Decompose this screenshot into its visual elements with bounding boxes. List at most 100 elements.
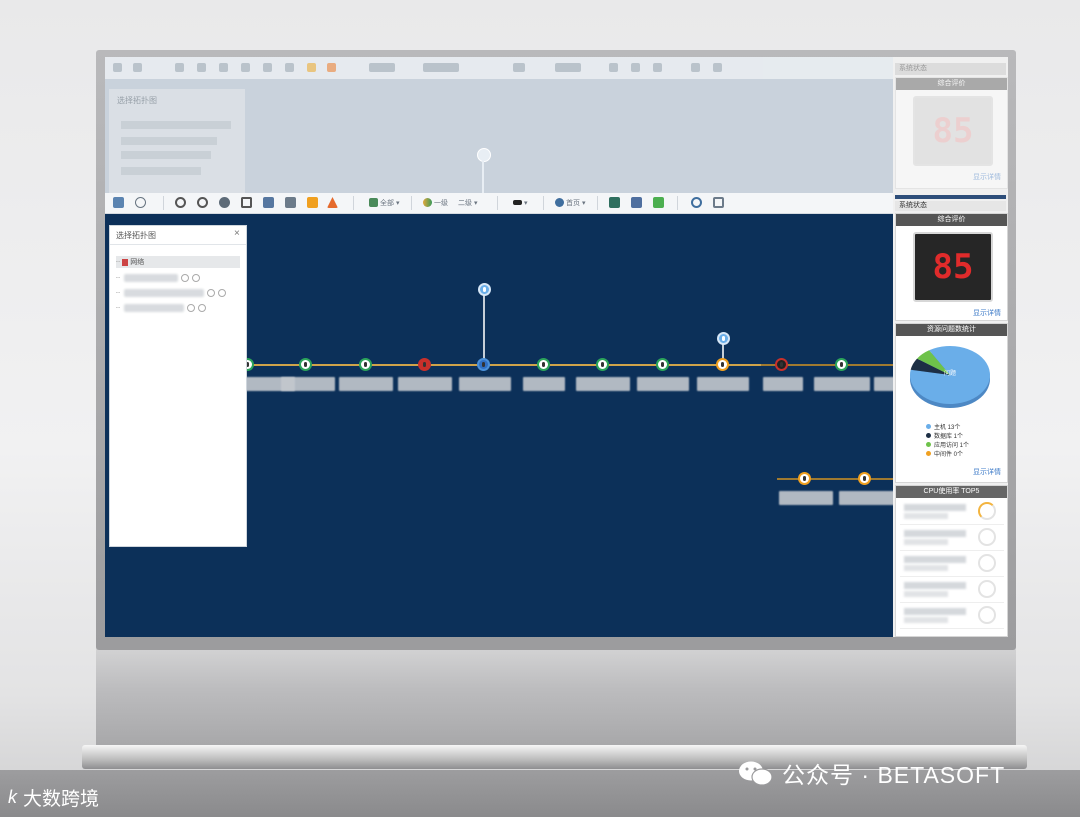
host-name bbox=[904, 582, 966, 589]
lightning-icon bbox=[307, 63, 316, 72]
linux-node[interactable] bbox=[798, 472, 811, 485]
cpu-row[interactable] bbox=[900, 526, 1004, 551]
router-node[interactable] bbox=[477, 358, 490, 371]
panel-icon[interactable] bbox=[713, 197, 724, 208]
linux-node[interactable] bbox=[359, 358, 372, 371]
wechat-icon bbox=[739, 761, 773, 786]
fit-screen-icon[interactable] bbox=[241, 197, 252, 208]
status-icon bbox=[192, 274, 201, 282]
toolbar-divider bbox=[597, 196, 598, 210]
card-header: CPU使用率 TOP5 bbox=[896, 486, 1007, 498]
linux-node[interactable] bbox=[299, 358, 312, 371]
warning-icon[interactable] bbox=[327, 197, 338, 208]
export-icon[interactable] bbox=[609, 197, 620, 208]
refresh-icon[interactable] bbox=[135, 197, 146, 208]
ghost-tree-row bbox=[121, 121, 231, 129]
resource-pie-chart: 问题 bbox=[910, 346, 990, 408]
ghost-topo-panel: 选择拓扑图 bbox=[109, 89, 245, 194]
ghost-toolbar bbox=[105, 57, 895, 79]
filter-icon bbox=[369, 198, 378, 207]
display-icon bbox=[513, 200, 522, 205]
zoom-out-icon bbox=[197, 63, 206, 72]
tree-item[interactable]: ┄ bbox=[116, 302, 207, 314]
level-sub-label: 二级 bbox=[458, 199, 472, 207]
cpu-row[interactable] bbox=[900, 578, 1004, 603]
linux-node[interactable] bbox=[835, 358, 848, 371]
card-header: 资源问题数统计 bbox=[896, 324, 1007, 336]
legend-item: 主机 13个 bbox=[926, 422, 960, 431]
source-watermark: k 大数跨境 bbox=[8, 783, 99, 811]
host-ip bbox=[904, 565, 948, 571]
legend-label: 中间件 0个 bbox=[934, 452, 964, 458]
tree-branch-icon: ┄ bbox=[116, 259, 121, 266]
status-icon bbox=[187, 304, 196, 312]
chevron-down-icon: ▾ bbox=[524, 199, 528, 207]
document-icon[interactable] bbox=[263, 197, 274, 208]
node-label bbox=[874, 377, 895, 391]
cpu-gauge bbox=[978, 528, 996, 546]
chat-icon bbox=[691, 63, 700, 72]
host-name bbox=[904, 608, 966, 615]
exit-icon bbox=[653, 63, 662, 72]
layout-icon bbox=[113, 63, 122, 72]
layout-icon[interactable] bbox=[113, 197, 124, 208]
map-icon[interactable] bbox=[631, 197, 642, 208]
lightning-icon[interactable] bbox=[307, 197, 318, 208]
tree-item-label bbox=[124, 289, 205, 297]
pie-center-label: 问题 bbox=[944, 369, 956, 377]
zoom-in-icon[interactable] bbox=[175, 197, 186, 208]
refresh-icon bbox=[133, 63, 142, 72]
level-icon bbox=[423, 198, 432, 207]
cloud-node[interactable] bbox=[717, 332, 730, 345]
grid-icon[interactable] bbox=[285, 197, 296, 208]
topology-link bbox=[777, 478, 895, 480]
cpu-row[interactable] bbox=[900, 604, 1004, 629]
ghost-link bbox=[482, 160, 484, 194]
close-icon[interactable]: × bbox=[234, 228, 240, 239]
legend-item: 数据库 1个 bbox=[926, 431, 963, 440]
windows-node[interactable] bbox=[656, 358, 669, 371]
node-label bbox=[697, 377, 749, 391]
tree-item[interactable]: ┄ bbox=[116, 287, 227, 299]
home-dropdown[interactable]: 首页 ▾ bbox=[555, 196, 586, 209]
tree-item-root[interactable]: ┄ 网络 bbox=[116, 256, 240, 268]
toolbar: 全部 ▾ 一级 二级 ▾ ▾ 首页 ▾ bbox=[105, 193, 895, 214]
toolbar-divider bbox=[353, 196, 354, 210]
app-node[interactable] bbox=[716, 358, 729, 371]
display-dropdown[interactable]: ▾ bbox=[513, 196, 528, 209]
warning-icon bbox=[327, 63, 336, 72]
ghost-detail-link: 显示详情 bbox=[973, 174, 1001, 181]
ghost-sidebar-title: 系统状态 bbox=[895, 63, 1006, 75]
linux-node[interactable] bbox=[858, 472, 871, 485]
cpu-row[interactable] bbox=[900, 500, 1004, 525]
toolbar-divider bbox=[677, 196, 678, 210]
tree-branch-icon: ┄ bbox=[116, 275, 121, 282]
windows-node[interactable] bbox=[537, 358, 550, 371]
doc-icon bbox=[263, 63, 272, 72]
watermark-brand: 公众号 · BETASOFT bbox=[782, 762, 1006, 788]
tree-item-label bbox=[124, 304, 185, 312]
legend-item: 中间件 0个 bbox=[926, 449, 963, 458]
detail-link[interactable]: 显示详情 bbox=[973, 467, 1001, 477]
ghost-window: 选择拓扑图 bbox=[105, 57, 895, 194]
map-icon bbox=[631, 63, 640, 72]
filter-dropdown[interactable]: 全部 ▾ bbox=[369, 196, 400, 209]
tree-item[interactable]: ┄ bbox=[116, 272, 201, 284]
cpu-gauge bbox=[978, 606, 996, 624]
chat-icon[interactable] bbox=[691, 197, 702, 208]
database-node[interactable] bbox=[775, 358, 788, 371]
folder-icon bbox=[122, 258, 129, 266]
level-dropdown[interactable]: 一级 二级 ▾ bbox=[423, 196, 478, 209]
detail-link[interactable]: 显示详情 bbox=[973, 308, 1001, 318]
cpu-row[interactable] bbox=[900, 552, 1004, 577]
globe-icon[interactable] bbox=[219, 197, 230, 208]
exit-icon[interactable] bbox=[653, 197, 664, 208]
globe-icon bbox=[219, 63, 228, 72]
cloud-node[interactable] bbox=[478, 283, 491, 296]
windows-node[interactable] bbox=[596, 358, 609, 371]
tree-branch-icon: ┄ bbox=[116, 305, 121, 312]
zoom-out-icon[interactable] bbox=[197, 197, 208, 208]
ghost-card-header: 综合评价 bbox=[896, 78, 1007, 90]
redhat-node[interactable] bbox=[418, 358, 431, 371]
zoom-in-icon bbox=[175, 63, 184, 72]
